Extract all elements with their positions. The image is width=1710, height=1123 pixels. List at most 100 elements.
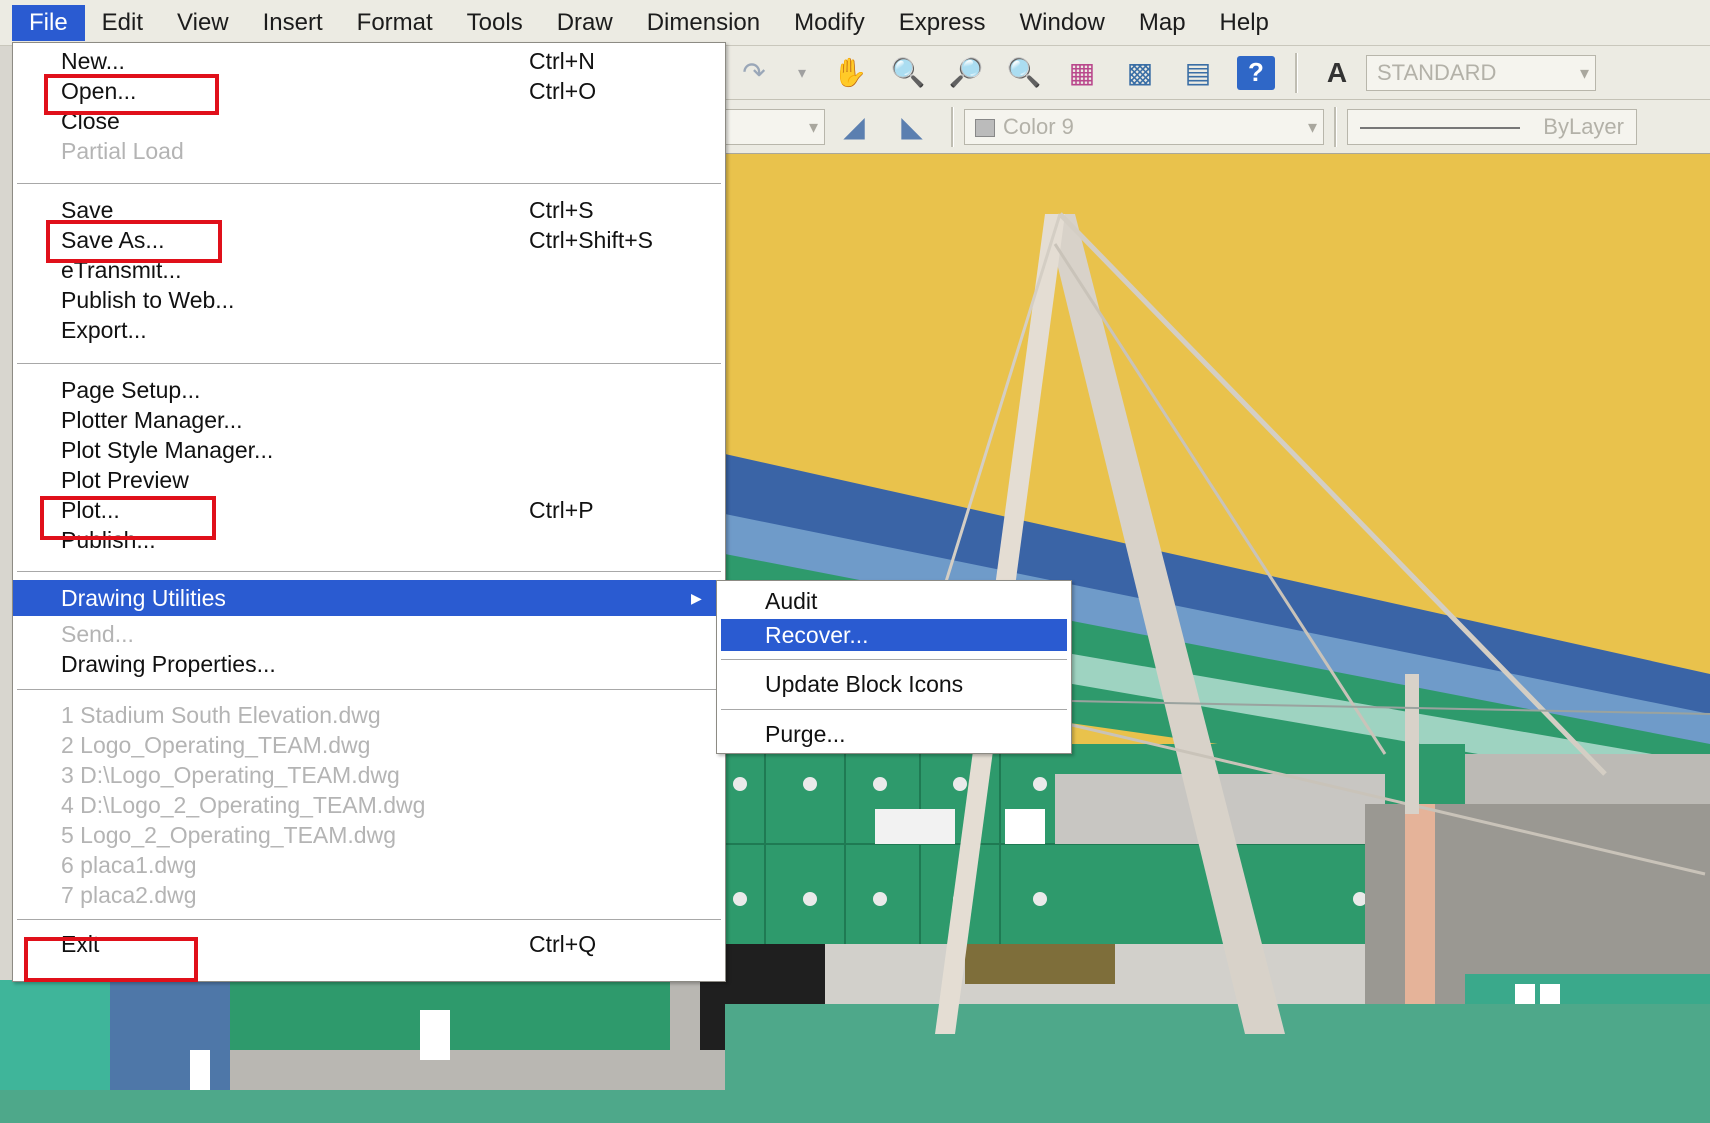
standard-toolbar: ↷ ▾ ✋ 🔍 🔎 🔍 ▦ ▩ ▤ ? A STANDARD ▾ <box>725 46 1710 100</box>
menu-item-label: Page Setup... <box>61 377 201 403</box>
menu-item-plot-style-manager[interactable]: Plot Style Manager... <box>13 434 725 466</box>
menu-item-label: 2 Logo_Operating_TEAM.dwg <box>61 732 371 758</box>
chevron-down-icon: ▾ <box>1307 116 1317 137</box>
menu-dimension[interactable]: Dimension <box>630 5 777 41</box>
layer-combo[interactable]: ▾ <box>725 108 825 145</box>
linetype-combo[interactable]: ByLayer <box>1347 108 1637 145</box>
menu-item-etransmit[interactable]: eTransmit... <box>13 254 725 286</box>
menu-insert[interactable]: Insert <box>246 5 340 41</box>
menu-separator <box>17 571 721 573</box>
menu-item-new[interactable]: New... Ctrl+N <box>13 45 725 77</box>
linetype-line <box>1360 126 1520 129</box>
menu-item-close[interactable]: Close <box>13 105 725 137</box>
recent-file-item[interactable]: 4 D:\Logo_2_Operating_TEAM.dwg <box>13 789 725 821</box>
menu-view[interactable]: View <box>160 5 246 41</box>
submenu-separator <box>721 709 1067 711</box>
menu-item-label: Publish to Web... <box>61 287 235 313</box>
menu-item-open[interactable]: Open... Ctrl+O <box>13 75 725 107</box>
color-value: Color 9 <box>1003 113 1074 139</box>
menu-item-label: 6 placa1.dwg <box>61 852 197 878</box>
recent-file-item[interactable]: 1 Stadium South Elevation.dwg <box>13 699 725 731</box>
menu-item-drawing-utilities[interactable]: Drawing Utilities ▶ <box>13 580 725 616</box>
menu-item-shortcut: Ctrl+S <box>529 197 594 223</box>
submenu-item-label: Purge... <box>765 721 846 747</box>
submenu-item-label: Recover... <box>765 622 869 648</box>
chevron-down-icon: ▾ <box>808 116 818 137</box>
menu-item-label: eTransmit... <box>61 257 182 283</box>
menu-help[interactable]: Help <box>1203 5 1286 41</box>
menu-item-export[interactable]: Export... <box>13 314 725 346</box>
menu-item-label: Exit <box>61 931 100 957</box>
menu-bar: File Edit View Insert Format Tools Draw … <box>0 0 1710 46</box>
pan-realtime-icon[interactable]: ✋ <box>830 53 870 93</box>
layer-states-icon[interactable]: ◣ <box>892 107 932 147</box>
menu-item-label: Plot Preview <box>61 467 189 493</box>
submenu-item-recover[interactable]: Recover... <box>721 619 1067 651</box>
submenu-item-update-block-icons[interactable]: Update Block Icons <box>721 668 1067 700</box>
menu-item-exit[interactable]: Exit Ctrl+Q <box>13 928 725 960</box>
menu-item-publish-to-web[interactable]: Publish to Web... <box>13 284 725 316</box>
color-swatch-icon <box>975 118 995 137</box>
submenu-item-audit[interactable]: Audit <box>721 585 1067 617</box>
menu-separator <box>17 689 721 691</box>
redo-icon[interactable]: ↷ <box>734 53 774 93</box>
submenu-separator <box>721 659 1067 661</box>
menu-express[interactable]: Express <box>882 5 1003 41</box>
menu-item-plotter-manager[interactable]: Plotter Manager... <box>13 404 725 436</box>
menu-separator <box>17 919 721 921</box>
menu-item-page-setup[interactable]: Page Setup... <box>13 374 725 406</box>
menu-item-plot-preview[interactable]: Plot Preview <box>13 464 725 496</box>
layer-previous-icon[interactable]: ◢ <box>834 107 874 147</box>
submenu-item-label: Audit <box>765 588 818 614</box>
menu-separator <box>17 183 721 185</box>
dropdown-arrow-icon[interactable]: ▾ <box>792 53 812 93</box>
zoom-realtime-icon[interactable]: 🔍 <box>888 53 928 93</box>
menu-item-save[interactable]: Save Ctrl+S <box>13 194 725 226</box>
menu-item-label: 5 Logo_2_Operating_TEAM.dwg <box>61 822 396 848</box>
design-center-icon[interactable]: ▩ <box>1120 53 1160 93</box>
menu-window[interactable]: Window <box>1003 5 1122 41</box>
menu-item-drawing-properties[interactable]: Drawing Properties... <box>13 648 725 680</box>
menu-draw[interactable]: Draw <box>540 5 630 41</box>
recent-file-item[interactable]: 5 Logo_2_Operating_TEAM.dwg <box>13 819 725 851</box>
submenu-item-label: Update Block Icons <box>765 671 964 697</box>
stadium-drawing-lower <box>0 980 725 1123</box>
properties-icon[interactable]: ▦ <box>1062 53 1102 93</box>
menu-item-label: 1 Stadium South Elevation.dwg <box>61 702 381 728</box>
menu-item-plot[interactable]: Plot... Ctrl+P <box>13 494 725 526</box>
menu-item-label: New... <box>61 48 125 74</box>
menu-item-save-as[interactable]: Save As... Ctrl+Shift+S <box>13 224 725 256</box>
recent-file-item[interactable]: 6 placa1.dwg <box>13 849 725 881</box>
menu-item-label: Send... <box>61 621 134 647</box>
menu-item-label: Drawing Utilities <box>61 585 226 611</box>
menu-edit[interactable]: Edit <box>85 5 160 41</box>
drawing-canvas-lower[interactable] <box>0 980 725 1123</box>
menu-item-label: Plot Style Manager... <box>61 437 274 463</box>
help-icon[interactable]: ? <box>1237 55 1275 90</box>
menu-tools[interactable]: Tools <box>450 5 540 41</box>
text-style-combo[interactable]: STANDARD ▾ <box>1366 54 1596 91</box>
zoom-previous-icon[interactable]: 🔍 <box>1004 53 1044 93</box>
menu-item-label: Plotter Manager... <box>61 407 243 433</box>
properties-toolbar: ▾ ◢ ◣ Color 9 ▾ ByLayer <box>725 100 1710 154</box>
menu-item-label: Plot... <box>61 497 120 523</box>
recent-file-item[interactable]: 2 Logo_Operating_TEAM.dwg <box>13 729 725 761</box>
menu-item-label: Save <box>61 197 114 223</box>
zoom-window-icon[interactable]: 🔎 <box>946 53 986 93</box>
menu-item-label: 7 placa2.dwg <box>61 882 197 908</box>
menu-item-label: Publish... <box>61 527 156 553</box>
menu-item-label: Open... <box>61 78 137 104</box>
submenu-item-purge[interactable]: Purge... <box>721 718 1067 750</box>
menu-file[interactable]: File <box>12 4 85 41</box>
menu-modify[interactable]: Modify <box>777 5 882 41</box>
recent-file-item[interactable]: 7 placa2.dwg <box>13 879 725 911</box>
recent-file-item[interactable]: 3 D:\Logo_Operating_TEAM.dwg <box>13 759 725 791</box>
menu-format[interactable]: Format <box>340 5 450 41</box>
color-combo[interactable]: Color 9 ▾ <box>964 108 1324 145</box>
tool-palettes-icon[interactable]: ▤ <box>1178 53 1218 93</box>
menu-item-publish[interactable]: Publish... <box>13 524 725 556</box>
chevron-down-icon: ▾ <box>1579 62 1589 83</box>
text-style-icon[interactable]: A <box>1317 53 1357 93</box>
menu-map[interactable]: Map <box>1122 5 1203 41</box>
file-menu-dropdown: New... Ctrl+N Open... Ctrl+O Close Parti… <box>12 42 726 982</box>
